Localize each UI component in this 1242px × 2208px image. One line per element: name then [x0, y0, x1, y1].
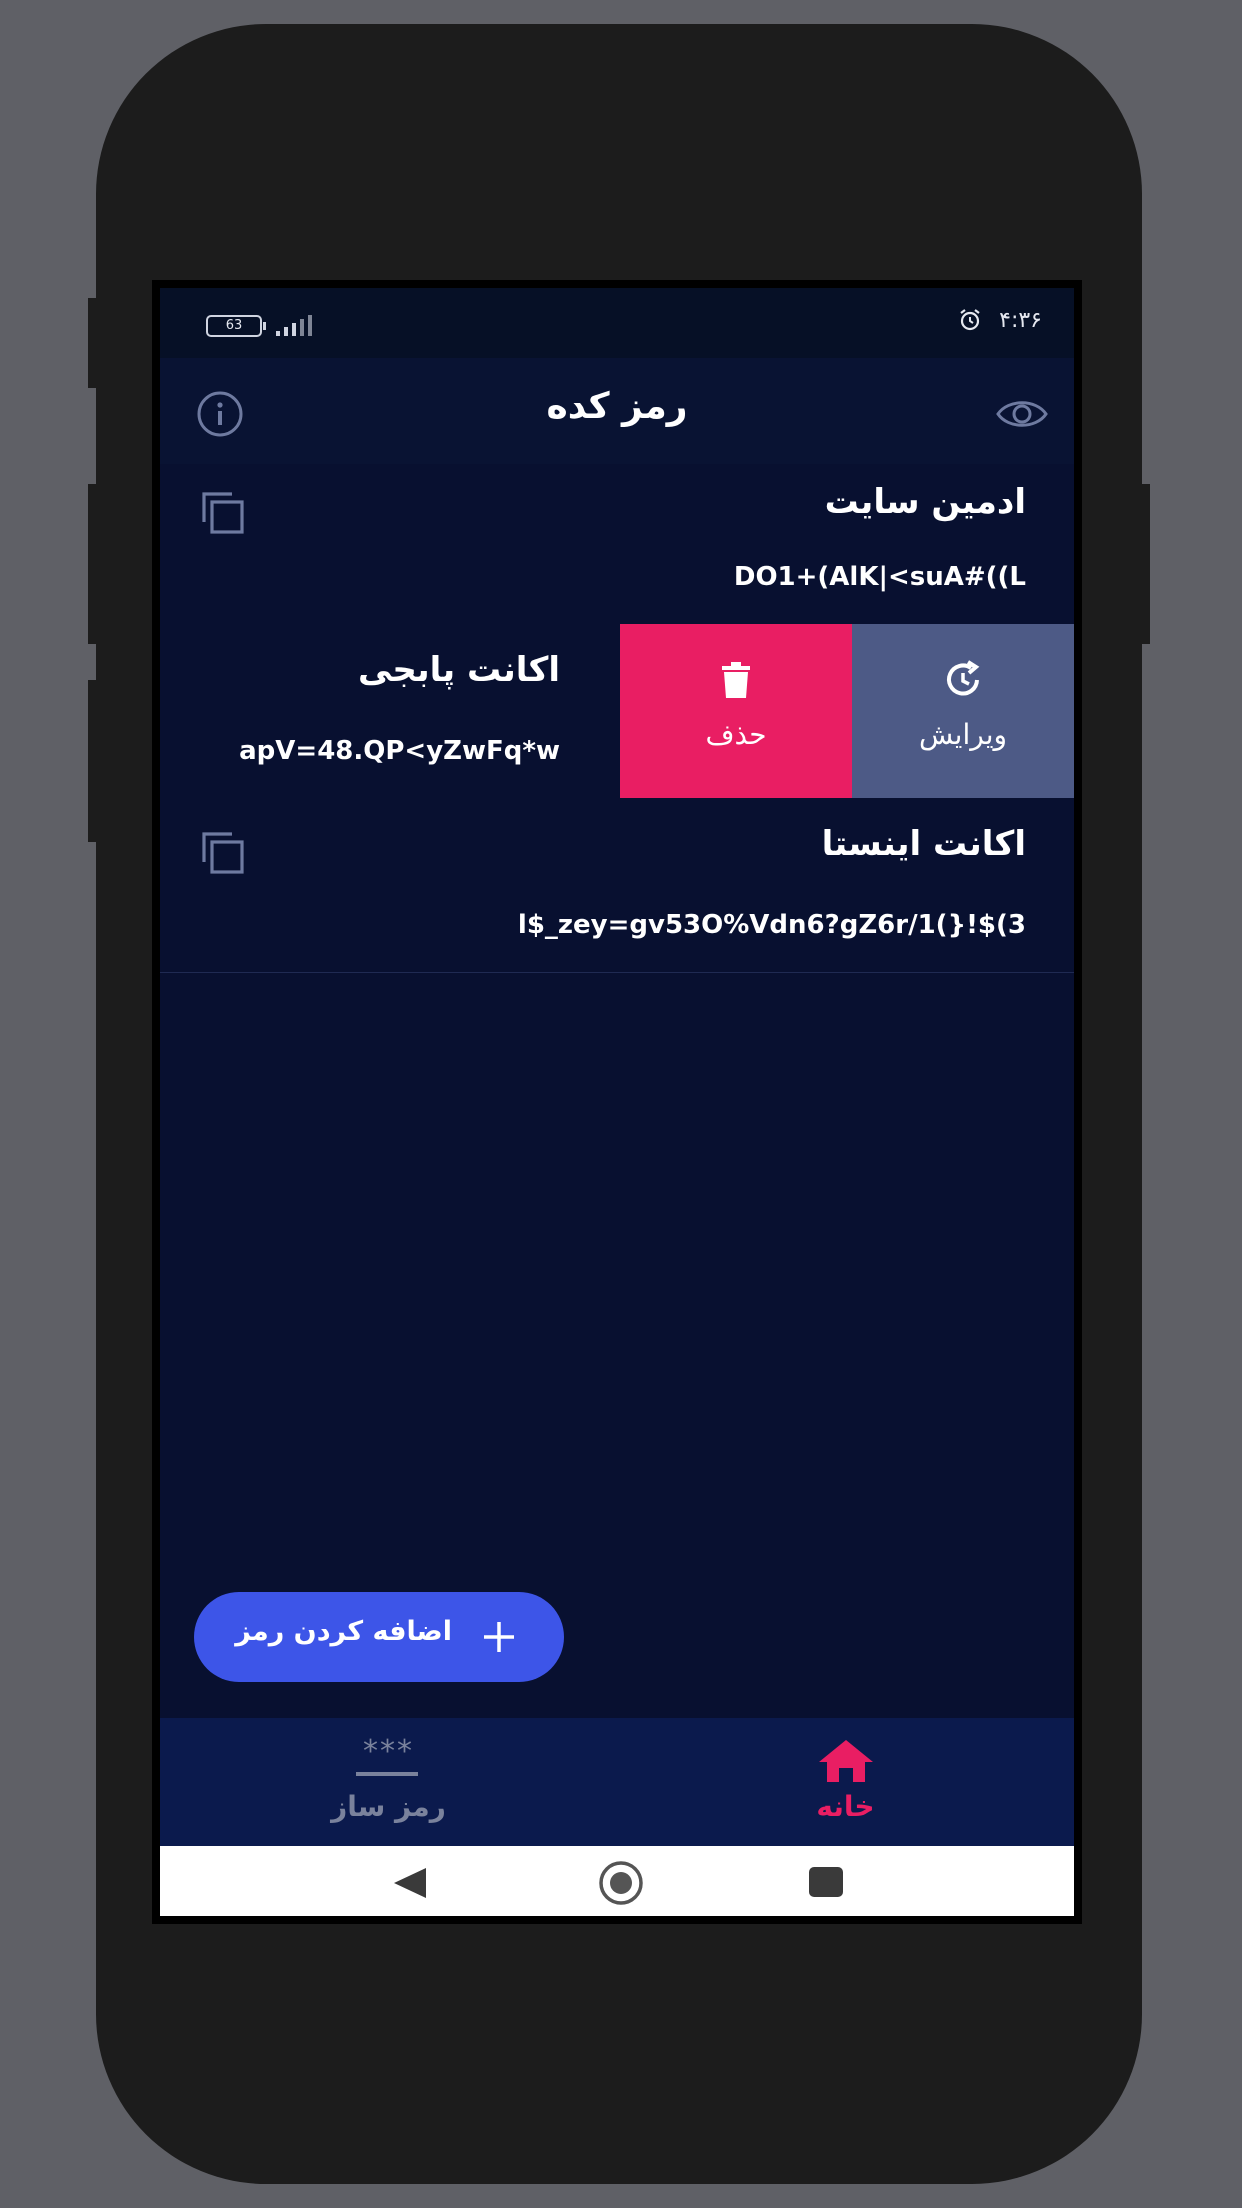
- password-item[interactable]: ادمین سایت DO1+(AlK|<suA#((L: [160, 464, 1074, 625]
- item-password: apV=48.QP<yZwFq*w: [239, 736, 560, 766]
- system-navigation-bar: [160, 1846, 1074, 1916]
- bottom-navigation: *** رمز ساز خانه: [160, 1718, 1074, 1846]
- app-screen: 63 ۴:۳۶ رمز کده ادمین سایت DO1+(AlK|<suA…: [160, 288, 1074, 1916]
- refresh-clock-icon: [947, 660, 980, 696]
- item-title: اکانت اینستا: [821, 824, 1026, 864]
- phone-side-button: [1138, 484, 1150, 644]
- item-title: اکانت پابجی: [358, 650, 560, 690]
- eye-icon[interactable]: [996, 388, 1048, 440]
- page-title: رمز کده: [546, 386, 688, 427]
- home-icon: [819, 1740, 873, 1782]
- app-bar: رمز کده: [160, 358, 1074, 464]
- asterisks-underline: [356, 1772, 418, 1776]
- phone-side-button: [88, 680, 100, 842]
- item-title: ادمین سایت: [824, 482, 1026, 522]
- battery-indicator: 63: [206, 315, 266, 337]
- copy-icon[interactable]: [198, 828, 248, 878]
- screen: 63 ۴:۳۶ رمز کده ادمین سایت DO1+(AlK|<suA…: [152, 280, 1082, 1924]
- recents-icon[interactable]: [808, 1866, 844, 1898]
- signal-icon: [276, 314, 320, 336]
- home-circle-icon[interactable]: [596, 1860, 646, 1906]
- delete-label: حذف: [705, 718, 767, 751]
- status-time: ۴:۳۶: [999, 308, 1042, 333]
- nav-item-home[interactable]: خانه: [617, 1718, 1074, 1846]
- password-item-swiped[interactable]: اکانت پابجی apV=48.QP<yZwFq*w حذف ویرایش: [160, 624, 1074, 799]
- copy-icon[interactable]: [198, 488, 248, 538]
- nav-label: خانه: [816, 1790, 875, 1823]
- password-item[interactable]: اکانت اینستا l$_zey=gv53O%Vdn6?gZ6r/1(}!…: [160, 798, 1074, 973]
- plus-icon: [484, 1622, 514, 1652]
- delete-button[interactable]: حذف: [620, 624, 852, 798]
- edit-button[interactable]: ویرایش: [852, 624, 1074, 798]
- trash-icon: [722, 662, 750, 698]
- add-password-label: اضافه کردن رمز: [235, 1616, 452, 1647]
- back-icon[interactable]: [392, 1866, 428, 1900]
- status-bar: 63 ۴:۳۶: [160, 288, 1074, 358]
- nav-item-password-generator[interactable]: *** رمز ساز: [160, 1718, 617, 1846]
- nav-label: رمز ساز: [331, 1790, 446, 1823]
- item-password: DO1+(AlK|<suA#((L: [733, 562, 1026, 592]
- add-password-button[interactable]: اضافه کردن رمز: [194, 1592, 564, 1682]
- item-password: l$_zey=gv53O%Vdn6?gZ6r/1(}!$(3: [517, 910, 1026, 940]
- phone-side-button: [88, 484, 100, 644]
- edit-label: ویرایش: [918, 718, 1008, 751]
- asterisks-icon: ***: [363, 1734, 414, 1769]
- alarm-icon: [960, 309, 980, 331]
- phone-side-button: [88, 298, 100, 388]
